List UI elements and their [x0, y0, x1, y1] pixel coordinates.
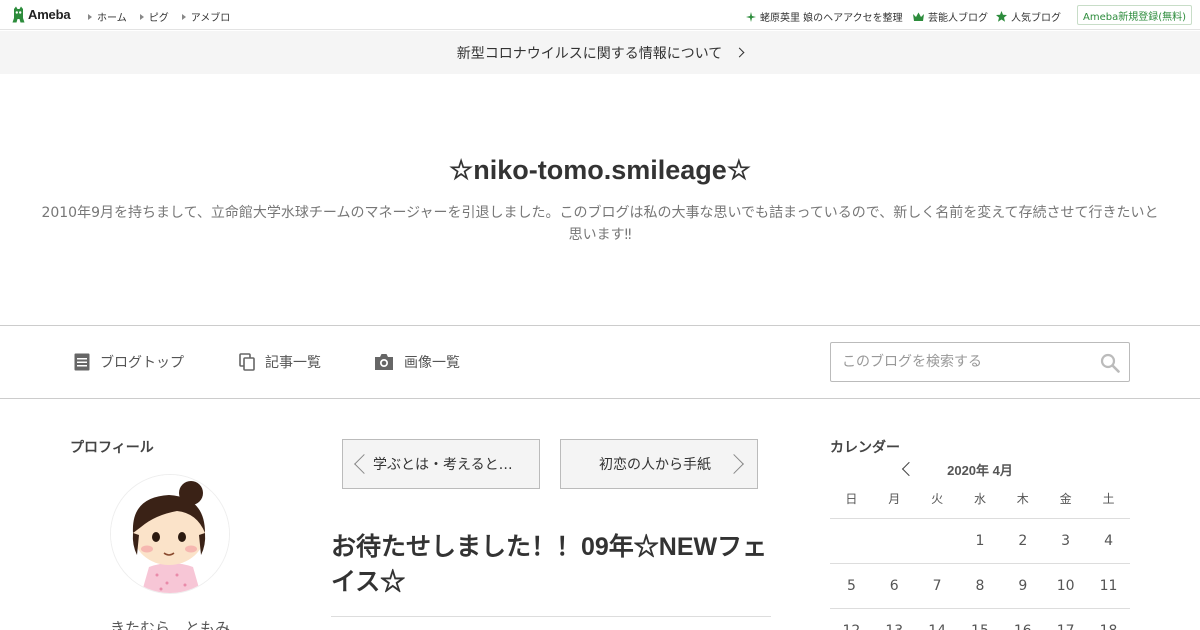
covid-notice-link[interactable]: 新型コロナウイルスに関する情報について — [0, 31, 1200, 74]
next-article-button[interactable]: 初恋の人から手紙 — [560, 439, 758, 489]
prev-article-label: 学ぶとは・考えると… — [373, 457, 513, 473]
blog-nav: ブログトップ 記事一覧 画像一覧 — [0, 325, 1200, 399]
calendar-day — [830, 518, 873, 564]
weekday-label: 木 — [1001, 480, 1045, 519]
calendar-day: 3 — [1044, 518, 1088, 564]
profile-heading: プロフィール — [70, 440, 154, 456]
global-nav-pigg[interactable]: ピグ — [139, 9, 169, 24]
calendar-day: 8 — [958, 563, 1002, 609]
blog-search-input[interactable] — [831, 344, 1091, 380]
trend-link-celebrity-blog[interactable]: 芸能人ブログ — [913, 9, 988, 24]
register-button[interactable]: Ameba新規登録(無料) — [1077, 5, 1192, 25]
chevron-left-icon — [354, 454, 374, 474]
next-article-label: 初恋の人から手紙 — [599, 457, 711, 473]
article-title[interactable]: お待たせしました！！09年☆NEWフェイス☆ — [331, 530, 771, 600]
calendar-day: 15 — [958, 608, 1002, 630]
notice-text: 新型コロナウイルスに関する情報について — [456, 45, 723, 62]
calendar-day: 14 — [915, 608, 959, 630]
calendar-week-row: 12 13 14 15 16 17 18 — [830, 608, 1130, 630]
nav-article-list[interactable]: 記事一覧 — [239, 352, 321, 372]
calendar-day: 18 — [1087, 608, 1130, 630]
trend-label: 人気ブログ — [1011, 13, 1061, 24]
search-icon[interactable] — [1100, 353, 1120, 373]
ameba-logo-icon — [12, 6, 25, 23]
blog-search-box — [830, 342, 1130, 382]
calendar-day: 16 — [1001, 608, 1045, 630]
global-nav-label: ホーム — [97, 13, 127, 24]
calendar-table: 日 月 火 水 木 金 土 1 2 3 4 5 6 7 8 9 10 11 — [830, 480, 1130, 630]
calendar-header: 2020年 4月 — [830, 458, 1130, 478]
camera-icon — [375, 354, 393, 370]
calendar-heading: カレンダー — [830, 440, 900, 456]
calendar-month: 2020年 4月 — [947, 463, 1013, 478]
calendar-day: 17 — [1044, 608, 1088, 630]
triangle-right-icon — [88, 13, 92, 20]
global-nav-label: ピグ — [148, 13, 169, 24]
avatar-illustration — [111, 475, 229, 593]
calendar-day: 10 — [1044, 563, 1088, 609]
calendar-day: 5 — [830, 563, 873, 609]
document-icon — [74, 353, 90, 371]
blog-description: 2010年9月を持ちまして、立命館大学水球チームのマネージャーを引退しました。こ… — [41, 205, 1159, 243]
calendar-week-row: 5 6 7 8 9 10 11 — [830, 563, 1130, 609]
weekday-label: 火 — [915, 480, 959, 519]
blog-title[interactable]: ☆niko-tomo.smileage☆ — [0, 155, 1200, 186]
ameba-logo-text: Ameba — [28, 7, 71, 22]
star-icon — [996, 11, 1007, 22]
nav-label: 記事一覧 — [265, 355, 321, 371]
chevron-right-icon — [734, 47, 745, 58]
trend-link-hair-accessory[interactable]: 蛯原英里 娘のヘアアクセを整理 — [746, 9, 903, 24]
calendar-day: 1 — [958, 518, 1002, 564]
nav-label: 画像一覧 — [404, 355, 460, 371]
divider — [331, 616, 771, 617]
calendar-day: 9 — [1001, 563, 1045, 609]
weekday-label: 月 — [872, 480, 916, 519]
calendar-day — [872, 518, 916, 564]
copy-icon — [239, 353, 255, 371]
calendar-day: 6 — [872, 563, 916, 609]
calendar-week-row: 1 2 3 4 — [830, 518, 1130, 564]
profile-name[interactable]: きたむら ともみ — [70, 617, 270, 630]
triangle-right-icon — [181, 13, 186, 20]
nav-label: ブログトップ — [100, 355, 184, 371]
weekday-label: 金 — [1044, 480, 1088, 519]
calendar-day: 13 — [872, 608, 916, 630]
calendar-day: 12 — [830, 608, 873, 630]
weekday-label: 日 — [830, 480, 873, 519]
nav-image-list[interactable]: 画像一覧 — [374, 352, 460, 372]
calendar-day: 7 — [915, 563, 959, 609]
calendar-day: 11 — [1087, 563, 1130, 609]
trend-label: 蛯原英里 娘のヘアアクセを整理 — [760, 13, 903, 24]
nav-blog-top[interactable]: ブログトップ — [74, 352, 184, 372]
trend-link-popular-blog[interactable]: 人気ブログ — [996, 9, 1061, 24]
calendar-day: 2 — [1001, 518, 1045, 564]
global-nav: ホーム ピグ アメブロ — [88, 9, 230, 24]
global-header: Ameba ホーム ピグ アメブロ 蛯原英里 娘のヘアアクセを整理 芸能人ブログ… — [0, 0, 1200, 30]
global-nav-ameblo[interactable]: アメブロ — [181, 9, 231, 24]
prev-article-button[interactable]: 学ぶとは・考えると… — [342, 439, 540, 489]
global-nav-label: アメブロ — [190, 13, 231, 24]
crown-icon — [913, 12, 924, 21]
profile-avatar[interactable] — [110, 474, 230, 594]
global-nav-home[interactable]: ホーム — [88, 9, 127, 24]
ameba-logo[interactable]: Ameba — [12, 6, 71, 23]
chevron-right-icon — [724, 454, 744, 474]
trend-label: 芸能人ブログ — [928, 13, 988, 24]
weekday-label: 水 — [958, 480, 1002, 519]
triangle-right-icon — [139, 13, 144, 20]
calendar-weekday-row: 日 月 火 水 木 金 土 — [830, 480, 1130, 519]
calendar-day — [915, 518, 959, 564]
calendar-day: 4 — [1087, 518, 1130, 564]
sparkle-icon — [746, 11, 756, 22]
weekday-label: 土 — [1087, 480, 1130, 519]
